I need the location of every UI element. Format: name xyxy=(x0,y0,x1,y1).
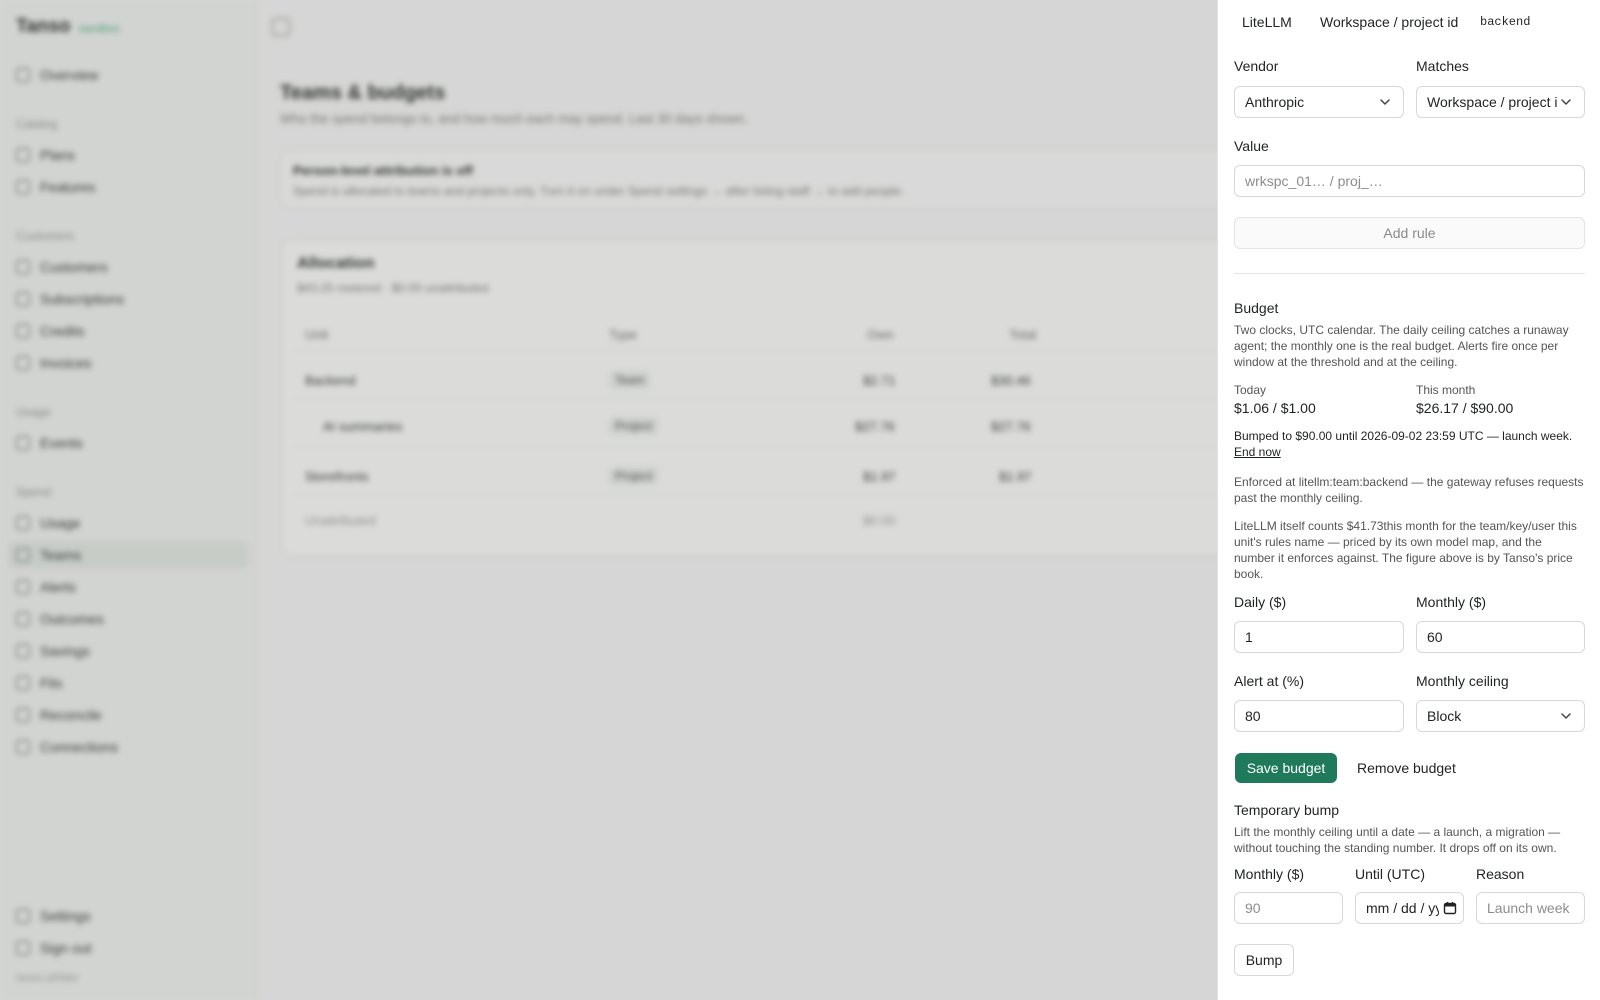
enforcement-note: Enforced at litellm:team:backend — the g… xyxy=(1234,475,1584,505)
today-label: Today xyxy=(1234,383,1267,397)
save-budget-button[interactable]: Save budget xyxy=(1235,753,1337,783)
bump-note-text: Bumped to $90.00 until 2026-09-02 23:59 … xyxy=(1234,429,1573,443)
matches-select-value: Workspace / project id xyxy=(1427,94,1558,110)
ceiling-label: Monthly ceiling xyxy=(1416,673,1509,689)
matches-label: Matches xyxy=(1416,58,1469,74)
vendor-label: Vendor xyxy=(1234,58,1279,74)
month-value: $26.17 / $90.00 xyxy=(1416,400,1514,416)
add-rule-button[interactable]: Add rule xyxy=(1234,217,1585,249)
daily-budget-input[interactable]: 1 xyxy=(1234,621,1404,653)
value-input[interactable]: wrkspc_01… / proj_… xyxy=(1234,165,1585,197)
calendar-icon[interactable] xyxy=(1443,901,1457,915)
bump-monthly-label: Monthly ($) xyxy=(1234,866,1305,882)
alert-label: Alert at (%) xyxy=(1234,673,1305,689)
budget-title: Budget xyxy=(1234,300,1279,316)
bump-until-label: Until (UTC) xyxy=(1355,866,1425,882)
bump-description: Lift the monthly ceiling until a date — … xyxy=(1234,825,1561,855)
bump-reason-label: Reason xyxy=(1476,866,1525,882)
litellm-note: LiteLLM itself counts $41.73this month f… xyxy=(1234,519,1577,581)
chevron-down-icon xyxy=(1561,713,1571,719)
daily-label: Daily ($) xyxy=(1234,594,1287,610)
vendor-select-value: Anthropic xyxy=(1245,94,1305,110)
active-bump-note: Bumped to $90.00 until 2026-09-02 23:59 … xyxy=(1234,428,1585,460)
alert-threshold-input[interactable]: 80 xyxy=(1234,700,1404,732)
budget-description: Two clocks, UTC calendar. The daily ceil… xyxy=(1234,323,1569,369)
rule-field: Workspace / project id xyxy=(1320,14,1459,30)
monthly-budget-input[interactable]: 60 xyxy=(1416,621,1585,653)
bump-until-input[interactable]: mm / dd / yyyy xyxy=(1355,892,1464,924)
unit-detail-panel: LiteLLM Workspace / project id backend V… xyxy=(1217,0,1600,1000)
chevron-down-icon xyxy=(1561,99,1571,105)
bump-reason-input[interactable]: Launch week xyxy=(1476,892,1585,924)
today-value: $1.06 / $1.00 xyxy=(1234,400,1316,416)
rule-value: backend xyxy=(1480,15,1531,29)
ceiling-select-value: Block xyxy=(1427,708,1462,724)
month-label: This month xyxy=(1416,383,1476,397)
bump-title: Temporary bump xyxy=(1234,802,1340,818)
end-bump-link[interactable]: End now xyxy=(1234,445,1281,459)
chevron-down-icon xyxy=(1380,99,1390,105)
vendor-select[interactable]: Anthropic xyxy=(1234,86,1404,118)
monthly-label: Monthly ($) xyxy=(1416,594,1487,610)
matches-select[interactable]: Workspace / project id xyxy=(1416,86,1585,118)
divider xyxy=(1234,273,1585,274)
value-label: Value xyxy=(1234,138,1269,154)
ceiling-select[interactable]: Block xyxy=(1416,700,1585,732)
rule-vendor: LiteLLM xyxy=(1242,14,1292,30)
date-placeholder: mm / dd / yyyy xyxy=(1366,900,1439,916)
bump-monthly-input[interactable]: 90 xyxy=(1234,892,1343,924)
remove-budget-button[interactable]: Remove budget xyxy=(1357,753,1456,783)
bump-button[interactable]: Bump xyxy=(1234,944,1294,976)
